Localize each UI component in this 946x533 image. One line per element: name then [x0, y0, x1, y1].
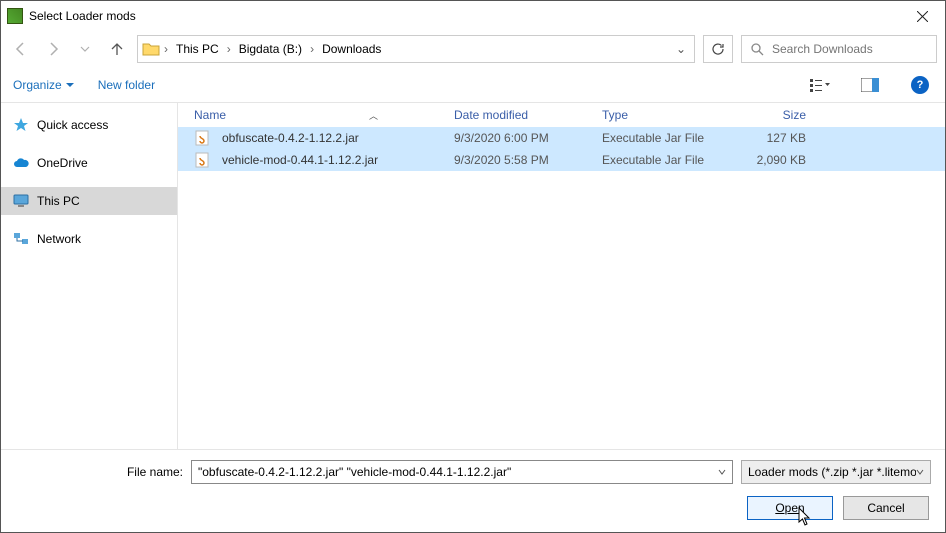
- network-icon: [13, 231, 29, 247]
- dialog-footer: File name: "obfuscate-0.4.2-1.12.2.jar" …: [1, 449, 945, 532]
- cancel-button[interactable]: Cancel: [843, 496, 929, 520]
- new-folder-button[interactable]: New folder: [98, 78, 155, 92]
- chevron-right-icon: ›: [164, 42, 168, 56]
- address-bar[interactable]: › This PC › Bigdata (B:) › Downloads ⌄: [137, 35, 695, 63]
- filename-label: File name:: [15, 465, 183, 479]
- open-button[interactable]: Open: [747, 496, 833, 520]
- cancel-label: Cancel: [867, 501, 904, 515]
- column-header-type[interactable]: Type: [594, 108, 734, 122]
- back-button[interactable]: [9, 37, 33, 61]
- file-type: Executable Jar File: [594, 131, 734, 145]
- file-date: 9/3/2020 5:58 PM: [446, 153, 594, 167]
- file-row[interactable]: vehicle-mod-0.44.1-1.12.2.jar 9/3/2020 5…: [178, 149, 945, 171]
- open-label: Open: [775, 501, 804, 515]
- file-type: Executable Jar File: [594, 153, 734, 167]
- sidebar-item-label: Quick access: [37, 118, 108, 132]
- column-header-name[interactable]: Name ︿: [186, 108, 446, 122]
- organize-menu[interactable]: Organize: [13, 78, 74, 92]
- breadcrumb-segment[interactable]: Downloads: [318, 42, 385, 56]
- chevron-right-icon: ›: [227, 42, 231, 56]
- recent-dropdown[interactable]: [73, 37, 97, 61]
- sort-indicator-icon: ︿: [369, 109, 378, 122]
- file-name: vehicle-mod-0.44.1-1.12.2.jar: [222, 153, 378, 167]
- breadcrumb-segment[interactable]: This PC: [172, 42, 223, 56]
- cloud-icon: [13, 155, 29, 171]
- dialog-body: Quick access OneDrive This PC Network Na…: [1, 103, 945, 449]
- view-icon: [810, 78, 830, 92]
- titlebar: Select Loader mods: [1, 1, 945, 31]
- filename-input[interactable]: "obfuscate-0.4.2-1.12.2.jar" "vehicle-mo…: [191, 460, 733, 484]
- chevron-down-icon: [916, 468, 924, 476]
- sidebar-item-label: This PC: [37, 194, 80, 208]
- refresh-button[interactable]: [703, 35, 733, 63]
- arrow-left-icon: [13, 41, 29, 57]
- navbar: › This PC › Bigdata (B:) › Downloads ⌄: [1, 31, 945, 67]
- nav-sidebar: Quick access OneDrive This PC Network: [1, 103, 177, 449]
- filter-label: Loader mods (*.zip *.jar *.litemo: [748, 465, 916, 479]
- button-row: Open Cancel: [15, 496, 931, 520]
- filename-row: File name: "obfuscate-0.4.2-1.12.2.jar" …: [15, 460, 931, 484]
- pc-icon: [13, 193, 29, 209]
- star-icon: [13, 117, 29, 133]
- caret-down-icon: [66, 81, 74, 89]
- refresh-icon: [711, 42, 725, 56]
- file-name: obfuscate-0.4.2-1.12.2.jar: [222, 131, 359, 145]
- sidebar-item-network[interactable]: Network: [1, 225, 177, 253]
- jar-file-icon: [194, 152, 210, 168]
- window-title: Select Loader mods: [29, 9, 899, 23]
- file-size: 2,090 KB: [734, 153, 814, 167]
- arrow-up-icon: [109, 41, 125, 57]
- preview-pane-icon: [861, 78, 879, 92]
- folder-icon: [142, 41, 160, 57]
- column-headers[interactable]: Name ︿ Date modified Type Size: [178, 103, 945, 127]
- sidebar-item-quick-access[interactable]: Quick access: [1, 111, 177, 139]
- help-button[interactable]: ?: [907, 74, 933, 96]
- chevron-right-icon: ›: [310, 42, 314, 56]
- help-icon: ?: [911, 76, 929, 94]
- app-icon: [7, 8, 23, 24]
- arrow-right-icon: [45, 41, 61, 57]
- sidebar-item-onedrive[interactable]: OneDrive: [1, 149, 177, 177]
- organize-label: Organize: [13, 78, 62, 92]
- column-header-date[interactable]: Date modified: [446, 108, 594, 122]
- search-box[interactable]: [741, 35, 937, 63]
- up-button[interactable]: [105, 37, 129, 61]
- sidebar-item-label: OneDrive: [37, 156, 88, 170]
- close-icon: [917, 11, 928, 22]
- file-type-filter[interactable]: Loader mods (*.zip *.jar *.litemo: [741, 460, 931, 484]
- search-input[interactable]: [772, 42, 928, 56]
- view-menu[interactable]: [807, 74, 833, 96]
- file-date: 9/3/2020 6:00 PM: [446, 131, 594, 145]
- filename-value: "obfuscate-0.4.2-1.12.2.jar" "vehicle-mo…: [198, 465, 511, 479]
- file-row[interactable]: obfuscate-0.4.2-1.12.2.jar 9/3/2020 6:00…: [178, 127, 945, 149]
- file-list-pane: Name ︿ Date modified Type Size obfuscate…: [177, 103, 945, 449]
- chevron-down-icon[interactable]: ⌄: [672, 42, 690, 56]
- forward-button[interactable]: [41, 37, 65, 61]
- column-header-size[interactable]: Size: [734, 108, 814, 122]
- search-icon: [750, 42, 764, 56]
- chevron-down-icon[interactable]: [718, 468, 726, 476]
- breadcrumb-segment[interactable]: Bigdata (B:): [235, 42, 306, 56]
- chevron-down-icon: [80, 44, 90, 54]
- file-size: 127 KB: [734, 131, 814, 145]
- close-button[interactable]: [899, 1, 945, 31]
- toolbar: Organize New folder ?: [1, 67, 945, 103]
- sidebar-item-this-pc[interactable]: This PC: [1, 187, 177, 215]
- new-folder-label: New folder: [98, 78, 155, 92]
- sidebar-item-label: Network: [37, 232, 81, 246]
- jar-file-icon: [194, 130, 210, 146]
- preview-pane-button[interactable]: [857, 74, 883, 96]
